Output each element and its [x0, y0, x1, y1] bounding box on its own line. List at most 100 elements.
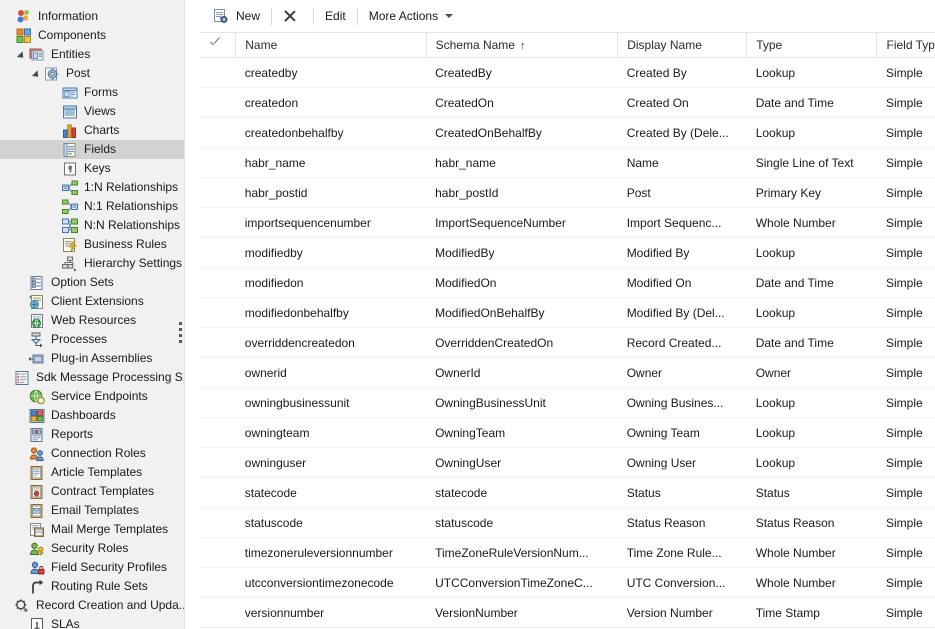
- sidebar-item-client-extensions[interactable]: Client Extensions: [0, 292, 184, 311]
- sidebar-item-article-templates[interactable]: Article Templates: [0, 463, 184, 482]
- select-all-header[interactable]: [200, 33, 236, 58]
- sidebar-item-reports[interactable]: Reports: [0, 425, 184, 444]
- sidebar-item-fields[interactable]: Fields: [0, 140, 184, 159]
- sidebar-item-views[interactable]: Views: [0, 102, 184, 121]
- tree-spacer: [17, 524, 28, 535]
- cell-schema-name: OverriddenCreatedOn: [426, 328, 618, 358]
- sidebar-item-contract-templates[interactable]: Contract Templates: [0, 482, 184, 501]
- row-select-cell[interactable]: [200, 598, 236, 628]
- table-row[interactable]: owningteamOwningTeamOwning TeamLookupSim…: [200, 418, 935, 448]
- row-select-cell[interactable]: [200, 328, 236, 358]
- fields-grid[interactable]: Name Schema Name↑ Display Name Type: [200, 33, 935, 629]
- sidebar-item-sdk-message-processing-s[interactable]: Sdk Message Processing S...: [0, 368, 184, 387]
- sidebar-item-routing-rule-sets[interactable]: Routing Rule Sets: [0, 577, 184, 596]
- cell-type: Lookup: [747, 388, 877, 418]
- sidebar-item-plug-in-assemblies[interactable]: Plug-in Assemblies: [0, 349, 184, 368]
- row-select-cell[interactable]: [200, 568, 236, 598]
- row-select-cell[interactable]: [200, 298, 236, 328]
- panel-splitter[interactable]: [178, 0, 184, 629]
- table-row[interactable]: owningbusinessunitOwningBusinessUnitOwni…: [200, 388, 935, 418]
- table-row[interactable]: versionnumberVersionNumberVersion Number…: [200, 598, 935, 628]
- row-select-cell[interactable]: [200, 448, 236, 478]
- sidebar-item-dashboards[interactable]: Dashboards: [0, 406, 184, 425]
- sidebar-item-keys[interactable]: Keys: [0, 159, 184, 178]
- tree-indent: [2, 149, 50, 150]
- table-row[interactable]: statuscodestatuscodeStatus ReasonStatus …: [200, 508, 935, 538]
- sidebar-item-business-rules[interactable]: Business Rules: [0, 235, 184, 254]
- table-row[interactable]: modifiedbyModifiedByModified ByLookupSim…: [200, 238, 935, 268]
- sidebar-item-email-templates[interactable]: Email Templates: [0, 501, 184, 520]
- row-select-cell[interactable]: [200, 538, 236, 568]
- sidebar-item-option-sets[interactable]: Option Sets: [0, 273, 184, 292]
- row-select-cell[interactable]: [200, 238, 236, 268]
- table-row[interactable]: owneridOwnerIdOwnerOwnerSimpleUnmanaged: [200, 358, 935, 388]
- cell-display-name: Status: [618, 478, 747, 508]
- new-button[interactable]: New: [205, 4, 268, 28]
- sidebar-item-n-n-relationships[interactable]: N:N Relationships: [0, 216, 184, 235]
- sidebar-item-field-security-profiles[interactable]: Field Security Profiles: [0, 558, 184, 577]
- sidebar-item-information[interactable]: Information: [0, 7, 184, 26]
- sidebar-item-processes[interactable]: Processes: [0, 330, 184, 349]
- sidebar-item-post[interactable]: Post: [0, 64, 184, 83]
- sidebar-item-1-n-relationships[interactable]: 1:N Relationships: [0, 178, 184, 197]
- row-select-cell[interactable]: [200, 208, 236, 238]
- sidebar-item-charts[interactable]: Charts: [0, 121, 184, 140]
- cell-display-name: Modified By (Del...: [618, 298, 747, 328]
- tree-spacer: [4, 30, 15, 41]
- sidebar-item-forms[interactable]: Forms: [0, 83, 184, 102]
- solution-explorer-tree[interactable]: InformationComponentsEntitiesPostFormsVi…: [0, 0, 185, 629]
- row-select-cell[interactable]: [200, 148, 236, 178]
- sidebar-item-web-resources[interactable]: Web Resources: [0, 311, 184, 330]
- table-row[interactable]: statecodestatecodeStatusStatusSimpleUnma…: [200, 478, 935, 508]
- table-row[interactable]: createdonCreatedOnCreated OnDate and Tim…: [200, 88, 935, 118]
- column-header-display-name[interactable]: Display Name: [618, 33, 747, 58]
- cell-name: modifiedon: [236, 268, 426, 298]
- row-select-cell[interactable]: [200, 88, 236, 118]
- sidebar-item-entities[interactable]: Entities: [0, 45, 184, 64]
- cell-display-name: Owning Team: [618, 418, 747, 448]
- table-row[interactable]: createdbyCreatedByCreated ByLookupSimple…: [200, 58, 935, 88]
- table-row[interactable]: timezoneruleversionnumberTimeZoneRuleVer…: [200, 538, 935, 568]
- column-header-type[interactable]: Type: [747, 33, 877, 58]
- delete-button[interactable]: [275, 4, 310, 28]
- web-resources-icon: [29, 313, 45, 329]
- row-select-cell[interactable]: [200, 478, 236, 508]
- sidebar-item-hierarchy-settings[interactable]: Hierarchy Settings: [0, 254, 184, 273]
- expand-collapse-triangle-icon[interactable]: [32, 68, 43, 79]
- table-row[interactable]: modifiedonbehalfbyModifiedOnBehalfByModi…: [200, 298, 935, 328]
- more-actions-button[interactable]: More Actions: [361, 4, 461, 28]
- table-row[interactable]: createdonbehalfbyCreatedOnBehalfByCreate…: [200, 118, 935, 148]
- column-header-schema-name[interactable]: Schema Name↑: [426, 33, 618, 58]
- cell-type: Single Line of Text: [747, 148, 877, 178]
- row-select-cell[interactable]: [200, 508, 236, 538]
- row-select-cell[interactable]: [200, 268, 236, 298]
- sidebar-item-service-endpoints[interactable]: Service Endpoints: [0, 387, 184, 406]
- edit-button[interactable]: Edit: [317, 4, 354, 28]
- row-select-cell[interactable]: [200, 118, 236, 148]
- table-row[interactable]: overriddencreatedonOverriddenCreatedOnRe…: [200, 328, 935, 358]
- row-select-cell[interactable]: [200, 358, 236, 388]
- cell-field-type: Simple: [877, 238, 935, 268]
- table-row[interactable]: habr_namehabr_nameNameSingle Line of Tex…: [200, 148, 935, 178]
- keys-icon: [62, 161, 78, 177]
- sidebar-item-label: Service Endpoints: [51, 387, 148, 406]
- sidebar-item-mail-merge-templates[interactable]: Mail Merge Templates: [0, 520, 184, 539]
- table-row[interactable]: utcconversiontimezonecodeUTCConversionTi…: [200, 568, 935, 598]
- table-row[interactable]: habr_postidhabr_postIdPostPrimary KeySim…: [200, 178, 935, 208]
- sidebar-item-n-1-relationships[interactable]: N:1 Relationships: [0, 197, 184, 216]
- row-select-cell[interactable]: [200, 388, 236, 418]
- sidebar-item-security-roles[interactable]: Security Roles: [0, 539, 184, 558]
- column-header-field-type[interactable]: Field Type: [877, 33, 935, 58]
- table-row[interactable]: owninguserOwningUserOwning UserLookupSim…: [200, 448, 935, 478]
- row-select-cell[interactable]: [200, 418, 236, 448]
- sidebar-item-connection-roles[interactable]: Connection Roles: [0, 444, 184, 463]
- row-select-cell[interactable]: [200, 58, 236, 88]
- sidebar-item-record-creation-and-upda[interactable]: Record Creation and Upda...: [0, 596, 184, 615]
- sidebar-item-components[interactable]: Components: [0, 26, 184, 45]
- sidebar-item-slas[interactable]: SLAs: [0, 615, 184, 629]
- row-select-cell[interactable]: [200, 178, 236, 208]
- column-header-name[interactable]: Name: [236, 33, 426, 58]
- table-row[interactable]: modifiedonModifiedOnModified OnDate and …: [200, 268, 935, 298]
- table-row[interactable]: importsequencenumberImportSequenceNumber…: [200, 208, 935, 238]
- expand-collapse-triangle-icon[interactable]: [17, 49, 28, 60]
